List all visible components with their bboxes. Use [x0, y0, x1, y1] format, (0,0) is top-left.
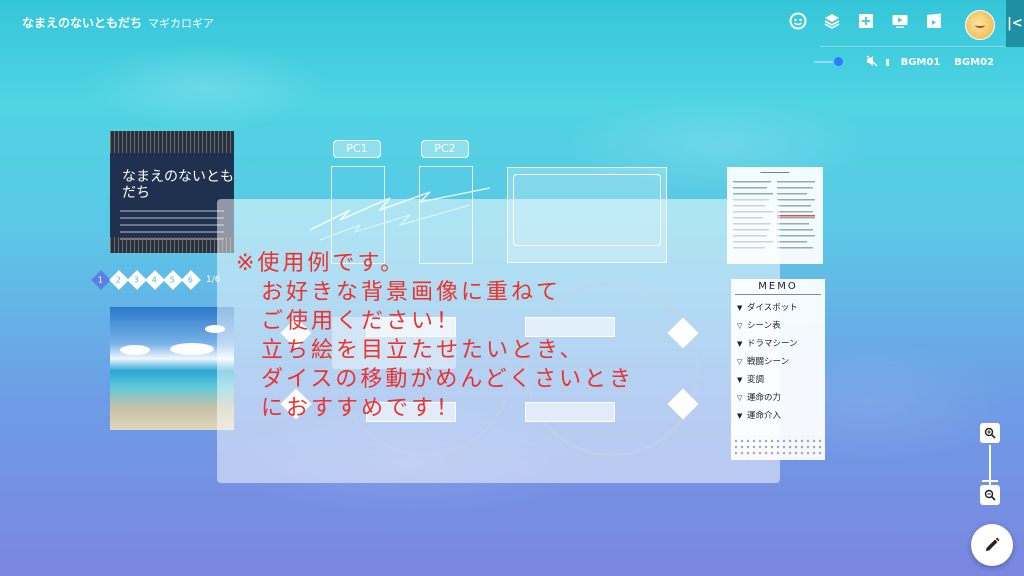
memo-list: ▼ ダイスボット ▽ シーン表 ▼ ドラマシーン ▽ 戦闘シーン ▼ 変調 ▽ 運命の力 ▼… [737, 301, 825, 427]
usage-note: ※使用例です。 お好きな背景画像に重ねて ご使用ください！ 立ち絵を目立たせたい… [236, 249, 634, 423]
user-avatar[interactable] [965, 10, 995, 40]
stop-icon[interactable] [886, 58, 889, 66]
note-line: ご使用ください！ [236, 309, 462, 334]
memo-card[interactable]: MEMO ▼ ダイスボット ▽ シーン表 ▼ ドラマシーン ▽ 戦闘シーン ▼ 変調 ▽ 運… [731, 279, 825, 460]
zoom-level-marker[interactable] [982, 480, 998, 482]
note-line: ダイスの移動がめんどくさいとき [236, 367, 635, 392]
top-toolbar [788, 11, 944, 31]
collapse-icon: |< [1007, 16, 1023, 31]
zoom-out-icon[interactable] [980, 485, 1000, 505]
zoom-in-icon[interactable] [980, 423, 1000, 443]
memo-item[interactable]: ▼ ドラマシーン [737, 337, 825, 355]
volume-slider[interactable] [814, 57, 843, 66]
note-line: ※使用例です。 [236, 251, 406, 276]
memo-item[interactable]: ▼ ダイスボット [737, 301, 825, 319]
screen-icon[interactable] [890, 11, 910, 31]
memo-item[interactable]: ▽ シーン表 [737, 319, 825, 337]
note-line: 立ち絵を目立たせたいとき、 [236, 338, 585, 363]
edit-pencil-button[interactable] [971, 524, 1013, 566]
pc1-label: PC1 [333, 140, 381, 158]
beach-image-card[interactable] [110, 307, 234, 430]
zoom-track[interactable] [989, 445, 991, 485]
bgm01-button[interactable]: BGM01 [901, 57, 941, 68]
memo-item[interactable]: ▽ 運命の力 [737, 391, 825, 409]
memo-item[interactable]: ▼ 運命介入 [737, 409, 825, 427]
bgm02-button[interactable]: BGM02 [954, 57, 994, 68]
page-navigator: 1 2 3 4 5 6 1/6 [91, 270, 220, 290]
memo-title: MEMO [735, 279, 821, 295]
page-1[interactable]: 1 [91, 270, 111, 290]
zoom-controls [980, 423, 1000, 505]
app-title: なまえのないともだち [22, 16, 143, 30]
face-icon[interactable] [788, 11, 808, 31]
layers-icon[interactable] [822, 11, 842, 31]
ink-splatter [733, 438, 823, 458]
page-6[interactable]: 6 [181, 270, 201, 290]
divider [820, 46, 1005, 47]
audio-controls: BGM01 BGM02 [814, 52, 1008, 72]
memo-item[interactable]: ▽ 戦闘シーン [737, 355, 825, 373]
pencil-icon [986, 537, 1000, 551]
page-3[interactable]: 3 [127, 270, 147, 290]
pc2-label: PC2 [421, 140, 469, 158]
collapse-panel-button[interactable]: |< [1006, 0, 1024, 47]
page-5[interactable]: 5 [163, 270, 183, 290]
scene-icon[interactable] [924, 11, 944, 31]
mute-icon[interactable] [866, 55, 878, 70]
note-line: お好きな背景画像に重ねて [236, 280, 562, 305]
memo-item[interactable]: ▼ 変調 [737, 373, 825, 391]
note-line: におすすめです！ [236, 396, 462, 421]
app-subtitle: マギカロギア [148, 17, 215, 30]
poster-title: なまえのないともだち [122, 169, 234, 201]
add-box-icon[interactable] [856, 11, 876, 31]
page-2[interactable]: 2 [109, 270, 129, 290]
poster-card[interactable]: なまえのないともだち [110, 131, 234, 253]
volume-knob[interactable] [834, 57, 843, 66]
page-4[interactable]: 4 [145, 270, 165, 290]
room-title: なまえのないともだち マギカロギア [22, 14, 214, 31]
